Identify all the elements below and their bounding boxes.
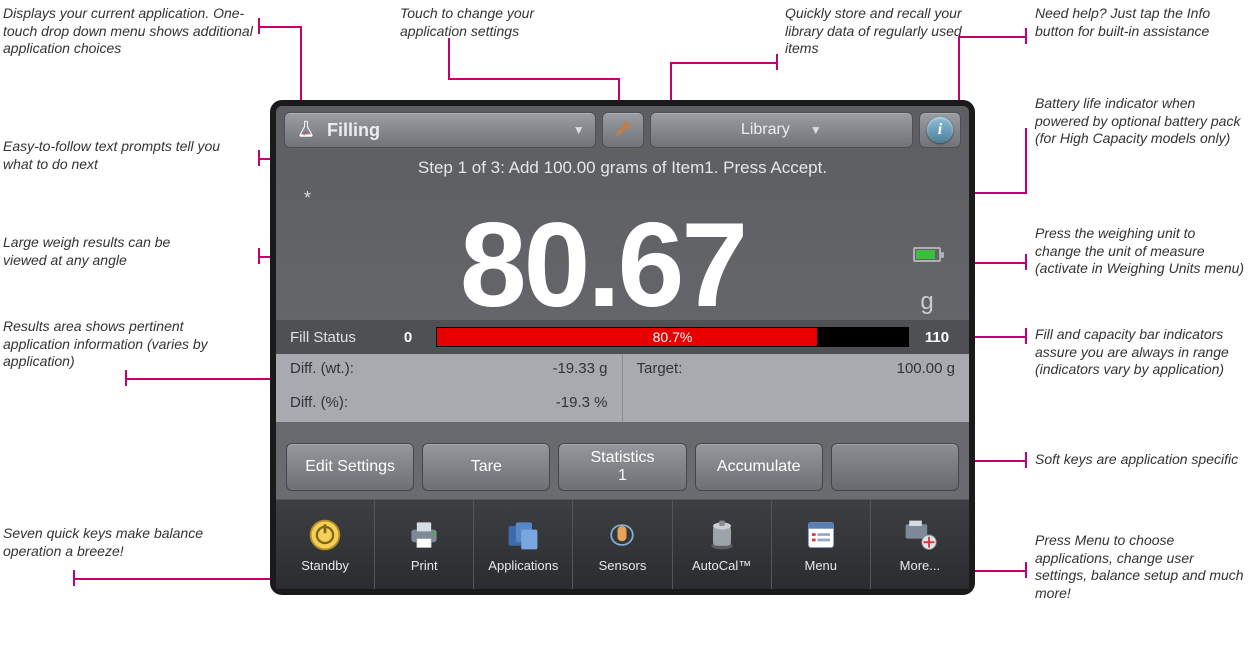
sensors-icon xyxy=(603,516,641,554)
diff-wt-value: -19.33 g xyxy=(552,360,607,382)
diff-pct-label: Diff. (%): xyxy=(290,394,348,416)
screen: Filling ▼ Library ▼ i Step 1 of 3: Add 1… xyxy=(276,106,969,589)
target-value: 100.00 g xyxy=(897,360,955,382)
sensors-label: Sensors xyxy=(599,558,647,573)
statistics-button[interactable]: Statistics 1 xyxy=(558,443,686,491)
library-dropdown[interactable]: Library ▼ xyxy=(650,112,913,148)
callout-quickkeys: Seven quick keys make balance operation … xyxy=(3,525,213,560)
battery-icon xyxy=(913,247,941,262)
callout-info: Need help? Just tap the Info button for … xyxy=(1035,5,1245,40)
more-icon xyxy=(901,516,939,554)
callout-battery: Battery life indicator when powered by o… xyxy=(1035,95,1245,148)
printer-icon xyxy=(405,516,443,554)
softkey-blank[interactable] xyxy=(831,443,959,491)
results-area: Diff. (wt.): -19.33 g Target: 100.00 g D… xyxy=(276,354,969,422)
chevron-down-icon: ▼ xyxy=(573,123,585,137)
print-button[interactable]: Print xyxy=(375,500,474,589)
device-frame: Filling ▼ Library ▼ i Step 1 of 3: Add 1… xyxy=(270,100,975,595)
chevron-down-icon: ▼ xyxy=(810,123,822,137)
autocal-button[interactable]: AutoCal™ xyxy=(673,500,772,589)
fill-percent: 80.7% xyxy=(437,329,908,345)
application-name: Filling xyxy=(327,120,380,141)
diff-pct-value: -19.3 % xyxy=(556,394,608,416)
info-icon: i xyxy=(927,117,953,143)
fill-max: 110 xyxy=(919,329,955,346)
standby-icon xyxy=(306,516,344,554)
diff-wt-label: Diff. (wt.): xyxy=(290,360,354,382)
wrench-icon xyxy=(613,119,633,141)
callout-menu: Press Menu to choose applications, chang… xyxy=(1035,532,1245,602)
print-label: Print xyxy=(411,558,438,573)
more-label: More... xyxy=(900,558,940,573)
weight-display-row: * 80.67 g xyxy=(276,180,969,320)
sensors-button[interactable]: Sensors xyxy=(573,500,672,589)
accumulate-button[interactable]: Accumulate xyxy=(695,443,823,491)
autocal-icon xyxy=(703,516,741,554)
flask-icon xyxy=(295,119,317,141)
callout-prompt: Easy-to-follow text prompts tell you wha… xyxy=(3,138,233,173)
callout-weight: Large weigh results can be viewed at any… xyxy=(3,234,213,269)
stability-asterisk: * xyxy=(304,188,311,209)
menu-button[interactable]: Menu xyxy=(772,500,871,589)
applications-label: Applications xyxy=(488,558,558,573)
menu-icon xyxy=(802,516,840,554)
standby-label: Standby xyxy=(301,558,349,573)
more-button[interactable]: More... xyxy=(871,500,969,589)
top-tab-bar: Filling ▼ Library ▼ i xyxy=(276,106,969,152)
target-label: Target: xyxy=(637,360,683,382)
callout-app-dropdown: Displays your current application. One-t… xyxy=(3,5,253,58)
callout-unit: Press the weighing unit to change the un… xyxy=(1035,225,1245,278)
menu-label: Menu xyxy=(805,558,838,573)
settings-button[interactable] xyxy=(602,112,644,148)
callout-softkeys: Soft keys are application specific xyxy=(1035,451,1245,469)
prompt-text: Step 1 of 3: Add 100.00 grams of Item1. … xyxy=(276,152,969,180)
applications-button[interactable]: Applications xyxy=(474,500,573,589)
info-button[interactable]: i xyxy=(919,112,961,148)
application-dropdown[interactable]: Filling ▼ xyxy=(284,112,596,148)
fill-bar: 80.7% xyxy=(436,327,909,347)
softkey-row: Edit Settings Tare Statistics 1 Accumula… xyxy=(276,435,969,499)
weight-value: 80.67 xyxy=(298,214,907,316)
edit-settings-button[interactable]: Edit Settings xyxy=(286,443,414,491)
quick-keys-bar: Standby Print Applications Sensors xyxy=(276,499,969,589)
unit-button[interactable]: g xyxy=(920,288,933,316)
fill-min: 0 xyxy=(390,329,426,346)
callout-library: Quickly store and recall your library da… xyxy=(785,5,995,58)
fill-status-label: Fill Status xyxy=(290,329,380,346)
autocal-label: AutoCal™ xyxy=(692,558,751,573)
applications-icon xyxy=(504,516,542,554)
callout-fillbar: Fill and capacity bar indicators assure … xyxy=(1035,326,1245,379)
tare-button[interactable]: Tare xyxy=(422,443,550,491)
standby-button[interactable]: Standby xyxy=(276,500,375,589)
library-label: Library xyxy=(741,121,790,139)
callout-settings: Touch to change your application setting… xyxy=(400,5,580,40)
callout-results: Results area shows pertinent application… xyxy=(3,318,213,371)
